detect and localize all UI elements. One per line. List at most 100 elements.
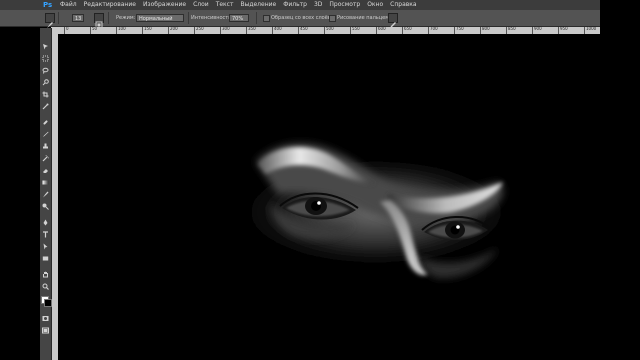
crop-icon xyxy=(42,91,49,98)
dodge-icon xyxy=(42,203,49,210)
separator xyxy=(58,12,59,24)
eyedropper-icon xyxy=(42,103,49,110)
eyedropper-tool[interactable] xyxy=(41,102,50,111)
screen-mode-button[interactable] xyxy=(41,326,50,335)
lasso-tool[interactable] xyxy=(41,66,50,75)
eraser-tool[interactable] xyxy=(41,166,50,175)
menu-help[interactable]: Справка xyxy=(390,0,416,10)
pen-icon xyxy=(43,219,48,226)
dodge-tool[interactable] xyxy=(41,202,50,211)
ruler-tick: 950 xyxy=(558,27,568,34)
marquee-tool[interactable] xyxy=(41,54,50,63)
mode-label: Режим: xyxy=(116,15,136,21)
ruler-tick: 150 xyxy=(142,27,152,34)
move-tool[interactable] xyxy=(41,42,50,51)
tool-preset-picker[interactable] xyxy=(45,13,55,28)
ruler-tick: 700 xyxy=(428,27,438,34)
finger-painting-checkbox[interactable] xyxy=(329,15,336,22)
gradient-icon xyxy=(42,180,49,185)
crop-tool[interactable] xyxy=(41,90,50,99)
menu-select[interactable]: Выделение xyxy=(240,0,276,10)
document-canvas[interactable] xyxy=(58,34,600,360)
path-select-icon xyxy=(43,243,48,250)
hand-tool[interactable] xyxy=(41,270,50,279)
healing-brush-icon xyxy=(43,120,48,125)
sample-all-layers-checkbox[interactable] xyxy=(263,15,270,22)
ruler-tick: 550 xyxy=(350,27,360,34)
intensity-field[interactable]: 70% xyxy=(229,14,249,22)
menu-file[interactable]: Файл xyxy=(60,0,77,10)
ruler-tick: 650 xyxy=(402,27,412,34)
ruler-tick: 450 xyxy=(298,27,308,34)
smudge-icon xyxy=(43,191,49,198)
ruler-tick: 750 xyxy=(454,27,464,34)
brush-icon xyxy=(43,131,49,137)
menu-filter[interactable]: Фильтр xyxy=(283,0,307,10)
history-brush-tool[interactable] xyxy=(41,154,50,163)
separator xyxy=(188,12,189,24)
menu-layers[interactable]: Слои xyxy=(193,0,209,10)
vertical-ruler xyxy=(51,34,58,360)
quick-mask-icon xyxy=(42,316,49,321)
gradient-tool[interactable] xyxy=(41,178,50,187)
menu-view[interactable]: Просмотр xyxy=(329,0,360,10)
ruler-tick: 1000 xyxy=(584,27,596,34)
zoom-tool[interactable] xyxy=(41,282,50,291)
menu-window[interactable]: Окно xyxy=(367,0,383,10)
ruler-tick: 600 xyxy=(376,27,386,34)
clone-stamp-tool[interactable] xyxy=(41,142,50,151)
main-menu: Файл Редактирование Изображение Слои Тек… xyxy=(60,0,417,10)
path-select-tool[interactable] xyxy=(41,242,50,251)
pen-tool[interactable] xyxy=(41,218,50,227)
move-icon xyxy=(43,44,48,50)
right-panel-area xyxy=(600,0,640,360)
lasso-icon xyxy=(42,67,49,74)
healing-brush-tool[interactable] xyxy=(41,118,50,127)
ruler-tick: 400 xyxy=(272,27,282,34)
rectangle-tool[interactable] xyxy=(41,254,50,263)
ruler-tick: 350 xyxy=(246,27,256,34)
pressure-button[interactable] xyxy=(388,13,398,28)
quick-select-tool[interactable] xyxy=(41,78,50,87)
brush-tool[interactable] xyxy=(41,130,50,139)
background-color-swatch[interactable] xyxy=(44,299,52,307)
type-icon xyxy=(43,231,48,238)
artwork-eyes-painting xyxy=(58,34,600,360)
smudge-tool[interactable] xyxy=(41,190,50,199)
ruler-tick: 800 xyxy=(480,27,490,34)
ruler-tick: 850 xyxy=(506,27,516,34)
finger-painting-label: Рисование пальцем xyxy=(337,15,389,21)
screen-mode-icon xyxy=(42,327,49,334)
menu-image[interactable]: Изображение xyxy=(143,0,186,10)
eraser-icon xyxy=(43,169,48,173)
history-brush-icon xyxy=(42,155,49,162)
horizontal-ruler: 0 50 100 150 200 250 300 350 400 450 500… xyxy=(51,27,600,34)
ruler-tick: 100 xyxy=(116,27,126,34)
ruler-tick: 50 xyxy=(90,27,97,34)
menu-3d[interactable]: 3D xyxy=(314,0,322,10)
tools-panel xyxy=(40,28,52,360)
brush-size-field[interactable]: 13 xyxy=(72,14,84,22)
options-bar: 13 Режим: Нормальный Интенсивность: 70% … xyxy=(0,10,600,29)
menu-bar: Ps Файл Редактирование Изображение Слои … xyxy=(0,0,600,10)
quick-mask-button[interactable] xyxy=(41,314,50,323)
separator xyxy=(256,12,257,24)
ruler-tick: 500 xyxy=(324,27,334,34)
brush-panel-toggle[interactable] xyxy=(94,13,104,29)
marquee-icon xyxy=(42,55,49,62)
separator xyxy=(108,12,109,24)
type-tool[interactable] xyxy=(41,230,50,239)
intensity-label: Интенсивность: xyxy=(191,15,233,21)
sample-all-layers-label: Образец со всех слоёв xyxy=(271,15,331,21)
zoom-icon xyxy=(42,283,49,290)
rectangle-icon xyxy=(42,256,49,261)
ruler-tick: 900 xyxy=(532,27,542,34)
mode-select[interactable]: Нормальный xyxy=(136,14,184,22)
quick-select-icon xyxy=(42,79,49,86)
ruler-tick: 200 xyxy=(168,27,178,34)
menu-edit[interactable]: Редактирование xyxy=(84,0,136,10)
ruler-tick: 0 xyxy=(64,27,69,34)
clone-stamp-icon xyxy=(43,143,48,149)
menu-type[interactable]: Текст xyxy=(216,0,234,10)
photoshop-logo: Ps xyxy=(43,1,53,9)
